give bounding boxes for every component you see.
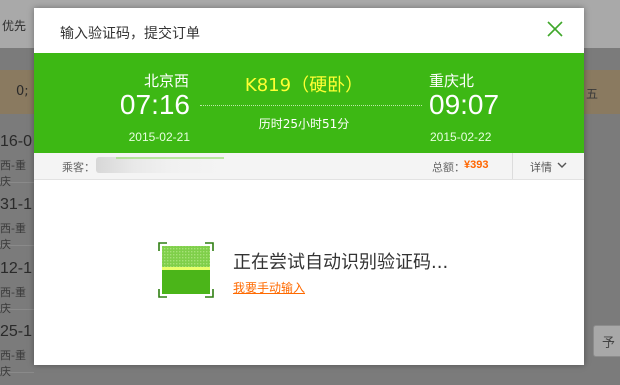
arrival-date: 2015-02-22 xyxy=(430,130,492,144)
departure-time: 07:16 xyxy=(119,89,190,120)
travel-duration: 历时25小时51分 xyxy=(258,117,350,131)
manual-input-link[interactable]: 我要手动输入 xyxy=(233,279,305,296)
route-line xyxy=(200,105,422,106)
background-row-time: 25-1 xyxy=(0,323,33,340)
dialog-title: 输入验证码，提交订单 xyxy=(60,26,200,42)
passenger-label: 乘客： xyxy=(62,161,95,174)
captcha-status-text: 正在尝试自动识别验证码... xyxy=(233,252,449,273)
chevron-down-icon xyxy=(557,162,567,168)
background-weekday-text: 五 xyxy=(586,87,599,101)
submit-order-dialog: 输入验证码，提交订单 北京西 07:16 2015-02-21 K819（硬卧）… xyxy=(34,8,584,365)
order-summary-bar: 乘客： 总额： ¥393 详情 xyxy=(34,153,584,180)
total-price: ¥393 xyxy=(464,159,489,171)
details-button[interactable]: 详情 xyxy=(513,153,584,179)
background-row: 16-0 西-重庆 xyxy=(0,120,34,188)
background-book-button-label: 予 xyxy=(602,336,616,351)
background-row: 25-1 西-重庆 xyxy=(0,310,34,378)
departure-station: 北京西 xyxy=(143,72,189,90)
captcha-scanning-icon xyxy=(158,242,214,298)
background-date-cell-text: 0; xyxy=(16,84,29,99)
dialog-header: 输入验证码，提交订单 xyxy=(34,8,584,53)
background-row-route: 西-重庆 xyxy=(0,349,26,378)
train-number: K819（硬卧） xyxy=(244,75,364,96)
background-row: 12-1 西-重庆 xyxy=(0,247,34,315)
background-date-cell: 0; xyxy=(0,70,34,114)
arrival-station: 重庆北 xyxy=(429,72,475,90)
background-row-time: 12-1 xyxy=(0,260,33,277)
passenger-name-redacted xyxy=(96,157,224,173)
departure-date: 2015-02-21 xyxy=(128,130,190,144)
total-label: 总额： xyxy=(432,161,465,174)
details-label: 详情 xyxy=(530,161,552,174)
close-icon[interactable] xyxy=(546,20,564,38)
background-row: 31-1 西-重庆 xyxy=(0,183,34,251)
background-topbar-text: 优先 xyxy=(2,19,27,33)
arrival-time: 09:07 xyxy=(429,89,500,120)
background-weekday-cell: 五 xyxy=(584,70,620,114)
background-row-time: 16-0 xyxy=(0,133,33,150)
background-row-time: 31-1 xyxy=(0,196,33,213)
train-info-bar: 北京西 07:16 2015-02-21 K819（硬卧） 历时25小时51分 … xyxy=(34,53,584,153)
background-book-button: 予 xyxy=(593,325,620,357)
